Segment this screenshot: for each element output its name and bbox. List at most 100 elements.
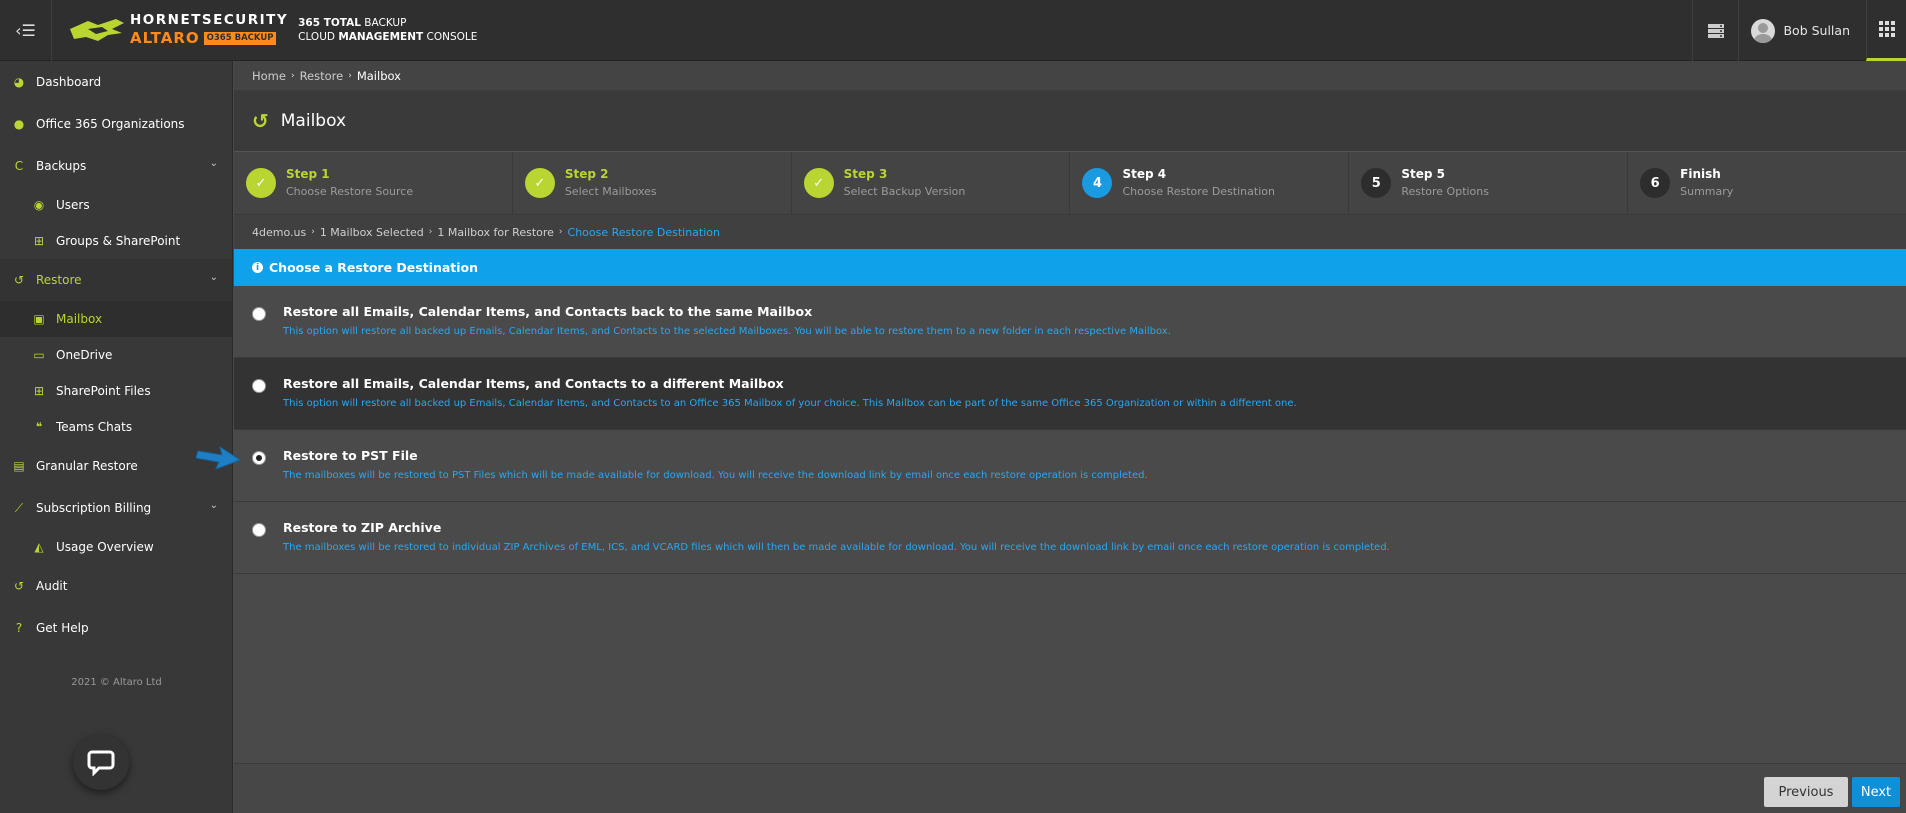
breadcrumb-mailbox: Mailbox [356, 68, 401, 83]
step-subtitle: Select Backup Version [843, 185, 966, 198]
section-header: i Choose a Restore Destination [234, 249, 1906, 286]
step-number: 6 [1640, 168, 1671, 198]
previous-button[interactable]: Previous [1764, 777, 1848, 807]
chat-bubble-icon [87, 750, 115, 776]
radio-pst-file[interactable] [252, 451, 266, 465]
option-zip-archive[interactable]: Restore to ZIP Archive The mailboxes wil… [234, 502, 1906, 574]
sidebar-item-mailbox[interactable]: ▣ Mailbox [0, 301, 232, 337]
user-name: Bob Sullan [1783, 23, 1850, 38]
brand-badge: O365 BACKUP [203, 32, 277, 45]
sidebar-item-backups[interactable]: C Backups ⌄ [0, 145, 232, 187]
check-icon: ✓ [246, 168, 276, 198]
step-subtitle: Choose Restore Destination [1122, 185, 1275, 198]
next-button[interactable]: Next [1852, 777, 1900, 807]
sidebar-item-onedrive[interactable]: ▭ OneDrive [0, 337, 232, 373]
step-2[interactable]: ✓ Step 2 Select Mailboxes [513, 152, 792, 214]
step-3[interactable]: ✓ Step 3 Select Backup Version [792, 152, 1071, 214]
sidebar-item-audit[interactable]: ↺ Audit [0, 565, 232, 607]
selection-mailbox-for-restore[interactable]: 1 Mailbox for Restore [437, 226, 554, 239]
server-icon [1707, 23, 1724, 38]
chevron-down-icon: ⌄ [209, 272, 218, 283]
check-icon: ✓ [803, 168, 834, 198]
brand-altaro: ALTARO [130, 28, 200, 47]
step-subtitle: Restore Options [1401, 185, 1489, 198]
chevron-right-icon: › [428, 227, 433, 237]
step-name: Step 3 [843, 167, 888, 181]
sidebar-item-subscription-billing[interactable]: ⟋ Subscription Billing ⌄ [0, 487, 232, 529]
server-button[interactable] [1692, 0, 1738, 61]
sidebar-item-dashboard[interactable]: ◕ Dashboard [0, 61, 232, 103]
step-name: Step 2 [564, 167, 609, 181]
sitemap-icon: ⊞ [33, 234, 45, 248]
sidebar-item-label: Restore [36, 273, 82, 287]
option-description: The mailboxes will be restored to PST Fi… [283, 470, 1148, 481]
console-line2-bold: MANAGEMENT [338, 31, 424, 43]
sidebar-item-label: Teams Chats [56, 420, 133, 434]
step-subtitle: Select Mailboxes [564, 185, 657, 198]
brand-name: HORNETSECURITY ALTARO O365 BACKUP [130, 14, 288, 46]
hornet-logo-icon [70, 19, 124, 41]
mailbox-icon: ▣ [33, 312, 45, 326]
step-number: 5 [1361, 168, 1392, 198]
sidebar-item-teams-chats[interactable]: ❝ Teams Chats [0, 409, 232, 445]
line-chart-icon: ⟋ [14, 500, 24, 515]
selection-org[interactable]: 4demo.us [252, 226, 306, 239]
sidebar-item-label: Audit [36, 579, 68, 593]
chevron-down-icon: ⌄ [209, 500, 218, 511]
radio-zip-archive[interactable] [252, 523, 266, 537]
apps-grid-button[interactable] [1866, 0, 1906, 61]
sidebar-item-label: Dashboard [36, 75, 102, 89]
option-title: Restore all Emails, Calendar Items, and … [283, 376, 784, 391]
drive-icon: ▭ [33, 348, 45, 362]
sidebar-item-restore[interactable]: ↺ Restore ⌄ [0, 259, 232, 301]
chevron-down-icon: ⌄ [209, 158, 218, 169]
sidebar-item-get-help[interactable]: ? Get Help [0, 607, 232, 649]
breadcrumb-restore[interactable]: Restore [300, 69, 344, 83]
sidebar-item-users[interactable]: ◉ Users [0, 187, 232, 223]
user-menu[interactable]: Bob Sullan [1738, 0, 1866, 61]
option-description: The mailboxes will be restored to indivi… [283, 542, 1390, 553]
check-icon: ✓ [524, 168, 555, 198]
page-title-text: Mailbox [280, 111, 347, 131]
grid-icon [1878, 21, 1895, 37]
radio-same-mailbox[interactable] [252, 307, 266, 321]
console-line1: BACKUP [364, 17, 407, 29]
step-name: Finish [1680, 167, 1721, 181]
step-4: 4 Step 4 Choose Restore Destination [1070, 152, 1350, 214]
radio-different-mailbox[interactable] [252, 379, 266, 393]
sidebar-item-label: Groups & SharePoint [56, 234, 181, 248]
sidebar-item-groups-sharepoint[interactable]: ⊞ Groups & SharePoint [0, 223, 232, 259]
sidebar-item-sharepoint-files[interactable]: ⊞ SharePoint Files [0, 373, 232, 409]
option-same-mailbox[interactable]: Restore all Emails, Calendar Items, and … [234, 286, 1906, 358]
step-name: Step 1 [286, 167, 330, 181]
option-title: Restore to ZIP Archive [283, 520, 442, 535]
selection-current: Choose Restore Destination [567, 225, 720, 239]
sidebar-item-usage-overview[interactable]: ◭ Usage Overview [0, 529, 232, 565]
option-pst-file[interactable]: Restore to PST File The mailboxes will b… [234, 430, 1906, 502]
option-description: This option will restore all backed up E… [283, 326, 1171, 337]
page-title: ↺ Mailbox [234, 91, 1906, 151]
sidebar-item-office365-organizations[interactable]: ● Office 365 Organizations [0, 103, 232, 145]
sidebar-item-label: Subscription Billing [36, 501, 152, 515]
option-different-mailbox[interactable]: Restore all Emails, Calendar Items, and … [234, 358, 1906, 430]
main-content: Home › Restore › Mailbox ↺ Mailbox ✓ Ste… [234, 61, 1906, 813]
step-name: Step 5 [1401, 167, 1445, 181]
sidebar-item-label: Backups [36, 159, 87, 173]
step-finish: 6 Finish Summary [1628, 152, 1906, 214]
help-icon: ? [15, 621, 23, 635]
file-icon: ▤ [13, 459, 25, 473]
avatar [1751, 18, 1776, 43]
step-1[interactable]: ✓ Step 1 Choose Restore Source [234, 152, 513, 214]
console-line2-a: CLOUD [298, 31, 335, 43]
selection-mailbox-selected[interactable]: 1 Mailbox Selected [320, 226, 424, 239]
chevron-right-icon: › [348, 70, 352, 81]
sidebar-item-label: Usage Overview [56, 540, 154, 554]
sidebar-toggle-button[interactable]: ‹☰ [0, 0, 52, 61]
section-title: Choose a Restore Destination [269, 260, 479, 275]
console-title: 365 TOTAL BACKUP CLOUD MANAGEMENT CONSOL… [298, 16, 477, 44]
breadcrumb: Home › Restore › Mailbox [234, 61, 1906, 91]
breadcrumb-home[interactable]: Home [252, 69, 286, 83]
logo: HORNETSECURITY ALTARO O365 BACKUP 365 TO… [68, 12, 477, 48]
top-bar: ‹☰ HORNETSECURITY ALTARO O365 BACKUP 365… [0, 0, 1906, 61]
live-chat-button[interactable] [73, 734, 129, 790]
